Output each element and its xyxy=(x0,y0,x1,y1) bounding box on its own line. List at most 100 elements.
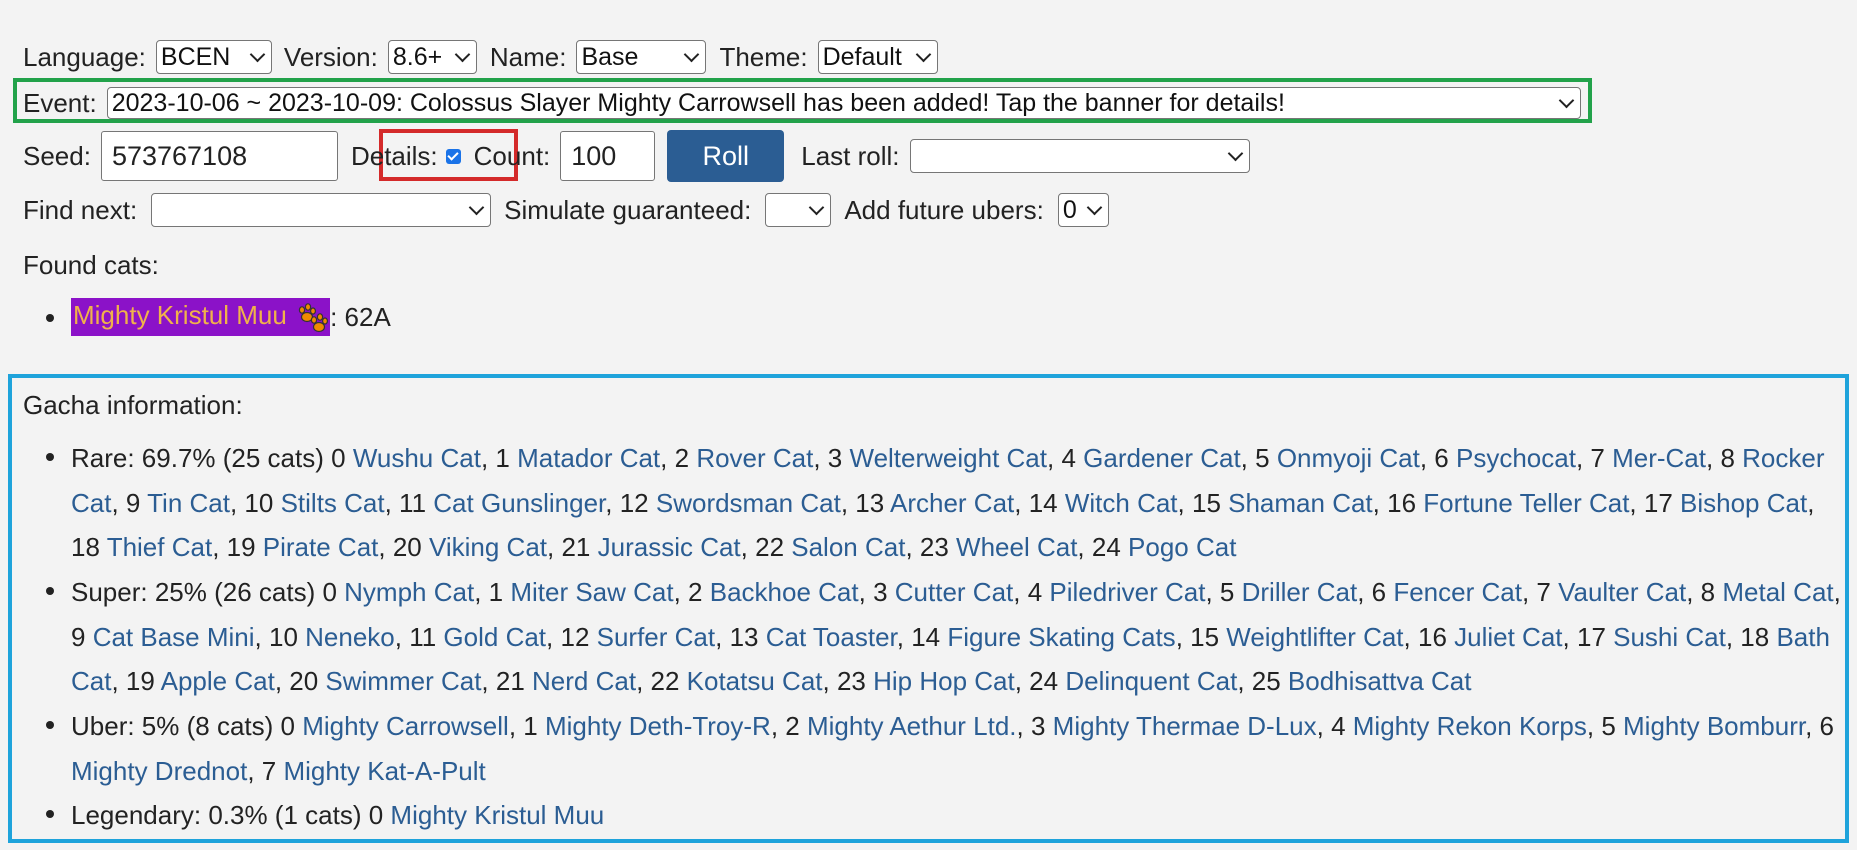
cat-link[interactable]: Juliet Cat xyxy=(1454,622,1562,652)
cat-link[interactable]: Metal Cat xyxy=(1722,577,1833,607)
uber-prefix: Uber: 5% (8 cats) xyxy=(71,711,274,741)
chevron-down-icon xyxy=(468,199,485,215)
bullet xyxy=(46,453,54,461)
cat-link[interactable]: Mighty Aethur Ltd. xyxy=(807,711,1017,741)
cat-link[interactable]: Mighty Carrowsell xyxy=(302,711,509,741)
cat-link[interactable]: Surfer Cat xyxy=(597,622,716,652)
cat-link[interactable]: Neneko xyxy=(305,622,395,652)
cat-link[interactable]: Welterweight Cat xyxy=(850,443,1048,473)
seed-input[interactable]: 573767108 xyxy=(100,131,338,181)
cat-link[interactable]: Gardener Cat xyxy=(1083,443,1241,473)
bullet xyxy=(46,721,54,729)
cat-link[interactable]: Gold Cat xyxy=(443,622,546,652)
chevron-down-icon xyxy=(684,46,700,62)
cat-link[interactable]: Swordsman Cat xyxy=(656,488,841,518)
details-checkbox[interactable] xyxy=(445,148,461,164)
cat-link[interactable]: Onmyoji Cat xyxy=(1277,443,1420,473)
cat-link[interactable]: Matador Cat xyxy=(517,443,660,473)
simulate-label: Simulate guaranteed: xyxy=(504,194,752,225)
cat-link[interactable]: Hip Hop Cat xyxy=(873,666,1015,696)
event-select[interactable]: 2023-10-06 ~ 2023-10-09: Colossus Slayer… xyxy=(106,87,1581,119)
cat-link[interactable]: Mighty Rekon Korps xyxy=(1353,711,1587,741)
found-cat-position: : 62A xyxy=(330,301,391,332)
seed-row: Seed: 573767108 Details: Count: 100 Roll… xyxy=(23,130,1250,182)
cat-link[interactable]: Stilts Cat xyxy=(281,488,385,518)
theme-select[interactable]: Default xyxy=(817,40,938,74)
settings-row: Language: BCEN Version: 8.6+ Name: Base … xyxy=(23,40,938,74)
cat-link[interactable]: Mighty Kat-A-Pult xyxy=(283,756,485,786)
cat-link[interactable]: Cat Gunslinger xyxy=(433,488,605,518)
cat-link[interactable]: Cutter Cat xyxy=(895,577,1014,607)
cat-link[interactable]: Pirate Cat xyxy=(263,532,379,562)
cat-link[interactable]: Miter Saw Cat xyxy=(510,577,673,607)
cat-link[interactable]: Rover Cat xyxy=(696,443,813,473)
event-row: Event: 2023-10-06 ~ 2023-10-09: Colossus… xyxy=(23,87,1581,119)
cat-link[interactable]: Swimmer Cat xyxy=(325,666,481,696)
cat-link[interactable]: Mer-Cat xyxy=(1612,443,1706,473)
cat-link[interactable]: Delinquent Cat xyxy=(1065,666,1237,696)
chevron-down-icon xyxy=(809,199,825,215)
version-select[interactable]: 8.6+ xyxy=(387,40,477,74)
cat-link[interactable]: Apple Cat xyxy=(161,666,275,696)
legendary-cats: 0 Mighty Kristul Muu xyxy=(368,800,605,830)
cat-link[interactable]: Archer Cat xyxy=(890,488,1014,518)
roll-button[interactable]: Roll xyxy=(667,130,785,182)
cat-link[interactable]: Mighty Kristul Muu xyxy=(390,800,604,830)
super-prefix: Super: 25% (26 cats) xyxy=(71,577,316,607)
version-label: Version: xyxy=(283,41,378,72)
cat-link[interactable]: Fortune Teller Cat xyxy=(1423,488,1629,518)
cat-link[interactable]: Driller Cat xyxy=(1242,577,1358,607)
cat-link[interactable]: Nerd Cat xyxy=(532,666,636,696)
cat-link[interactable]: Viking Cat xyxy=(429,532,547,562)
cat-link[interactable]: Mighty Deth-Troy-R xyxy=(545,711,771,741)
last-roll-select[interactable] xyxy=(909,139,1250,173)
name-label: Name: xyxy=(489,41,567,72)
cat-link[interactable]: Wushu Cat xyxy=(353,443,481,473)
cat-link[interactable]: Weightlifter Cat xyxy=(1226,622,1403,652)
chevron-down-icon xyxy=(249,46,266,62)
cat-link[interactable]: Cat Toaster xyxy=(766,622,897,652)
cat-link[interactable]: Nymph Cat xyxy=(344,577,474,607)
paw-icon xyxy=(298,302,329,332)
name-select[interactable]: Base xyxy=(576,40,707,74)
cat-link[interactable]: Mighty Drednot xyxy=(71,756,247,786)
chevron-down-icon xyxy=(1558,92,1574,108)
future-ubers-label: Add future ubers: xyxy=(844,194,1044,225)
count-input[interactable]: 100 xyxy=(560,131,656,181)
theme-label: Theme: xyxy=(719,41,808,72)
details-toggle[interactable]: Details: xyxy=(351,141,461,172)
cat-link[interactable]: Tin Cat xyxy=(147,488,230,518)
cat-link[interactable]: Kotatsu Cat xyxy=(687,666,823,696)
find-next-select[interactable] xyxy=(151,193,492,227)
cat-link[interactable]: Mighty Thermae D-Lux xyxy=(1053,711,1317,741)
cat-link[interactable]: Thief Cat xyxy=(107,532,213,562)
cat-link[interactable]: Figure Skating Cats xyxy=(947,622,1175,652)
last-roll-label: Last roll: xyxy=(801,140,900,171)
cat-link[interactable]: Psychocat xyxy=(1456,443,1576,473)
cat-link[interactable]: Witch Cat xyxy=(1065,488,1178,518)
cat-link[interactable]: Mighty Bomburr xyxy=(1623,711,1805,741)
cat-link[interactable]: Bodhisattva Cat xyxy=(1288,666,1472,696)
language-label: Language: xyxy=(23,41,146,72)
cat-link[interactable]: Fencer Cat xyxy=(1393,577,1522,607)
cat-link[interactable]: Pogo Cat xyxy=(1128,532,1236,562)
cat-link[interactable]: Piledriver Cat xyxy=(1049,577,1205,607)
cat-link[interactable]: Cat Base Mini xyxy=(93,622,255,652)
cat-link[interactable]: Sushi Cat xyxy=(1613,622,1726,652)
seed-label: Seed: xyxy=(23,140,91,171)
cat-link[interactable]: Shaman Cat xyxy=(1228,488,1373,518)
super-list: Super: 25% (26 cats) 0 Nymph Cat, 1 Mite… xyxy=(71,570,1841,704)
cat-link[interactable]: Backhoe Cat xyxy=(710,577,859,607)
found-cat-link[interactable]: Mighty Kristul Muu xyxy=(71,298,331,336)
future-ubers-select[interactable]: 0 xyxy=(1057,193,1109,227)
uber-list: Uber: 5% (8 cats) 0 Mighty Carrowsell, 1… xyxy=(71,704,1841,793)
cat-link[interactable]: Salon Cat xyxy=(791,532,905,562)
cat-link[interactable]: Wheel Cat xyxy=(956,532,1077,562)
language-select[interactable]: BCEN xyxy=(155,40,272,74)
cat-link[interactable]: Bishop Cat xyxy=(1680,488,1807,518)
simulate-select[interactable] xyxy=(765,193,832,227)
cat-link[interactable]: Jurassic Cat xyxy=(598,532,741,562)
rare-cats: 0 Wushu Cat, 1 Matador Cat, 2 Rover Cat,… xyxy=(71,443,1825,562)
chevron-down-icon xyxy=(915,46,931,62)
cat-link[interactable]: Vaulter Cat xyxy=(1558,577,1686,607)
